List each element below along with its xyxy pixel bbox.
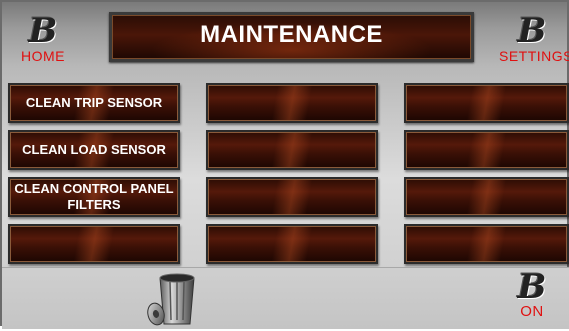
home-label: HOME [21,48,65,64]
bottom-bar [2,267,569,329]
trash-can-icon[interactable] [144,270,210,326]
power-toggle-button[interactable]: B ON [504,270,560,320]
home-button[interactable]: B HOME [14,14,72,64]
page-title: MAINTENANCE [109,12,474,62]
clean-load-sensor-button[interactable]: CLEAN LOAD SENSOR [8,130,180,170]
empty-button[interactable] [206,83,378,123]
empty-button[interactable] [404,177,569,217]
empty-button[interactable] [8,224,180,264]
clean-control-panel-filters-button[interactable]: CLEAN CONTROL PANEL FILTERS [8,177,180,217]
empty-button[interactable] [404,224,569,264]
empty-button[interactable] [206,177,378,217]
settings-label: SETTINGS [499,48,569,64]
empty-button[interactable] [206,130,378,170]
empty-button[interactable] [404,83,569,123]
empty-button[interactable] [206,224,378,264]
b-logo-icon: B [517,11,547,51]
settings-button[interactable]: B SETTINGS [499,11,569,64]
power-status-label: ON [520,303,544,320]
b-logo-icon: B [517,267,547,307]
clean-trip-sensor-button[interactable]: CLEAN TRIP SENSOR [8,83,180,123]
empty-button[interactable] [404,130,569,170]
b-logo-icon: B [28,11,58,51]
maintenance-screen: B HOME MAINTENANCE B SETTINGS CLEAN TRIP… [0,0,569,329]
